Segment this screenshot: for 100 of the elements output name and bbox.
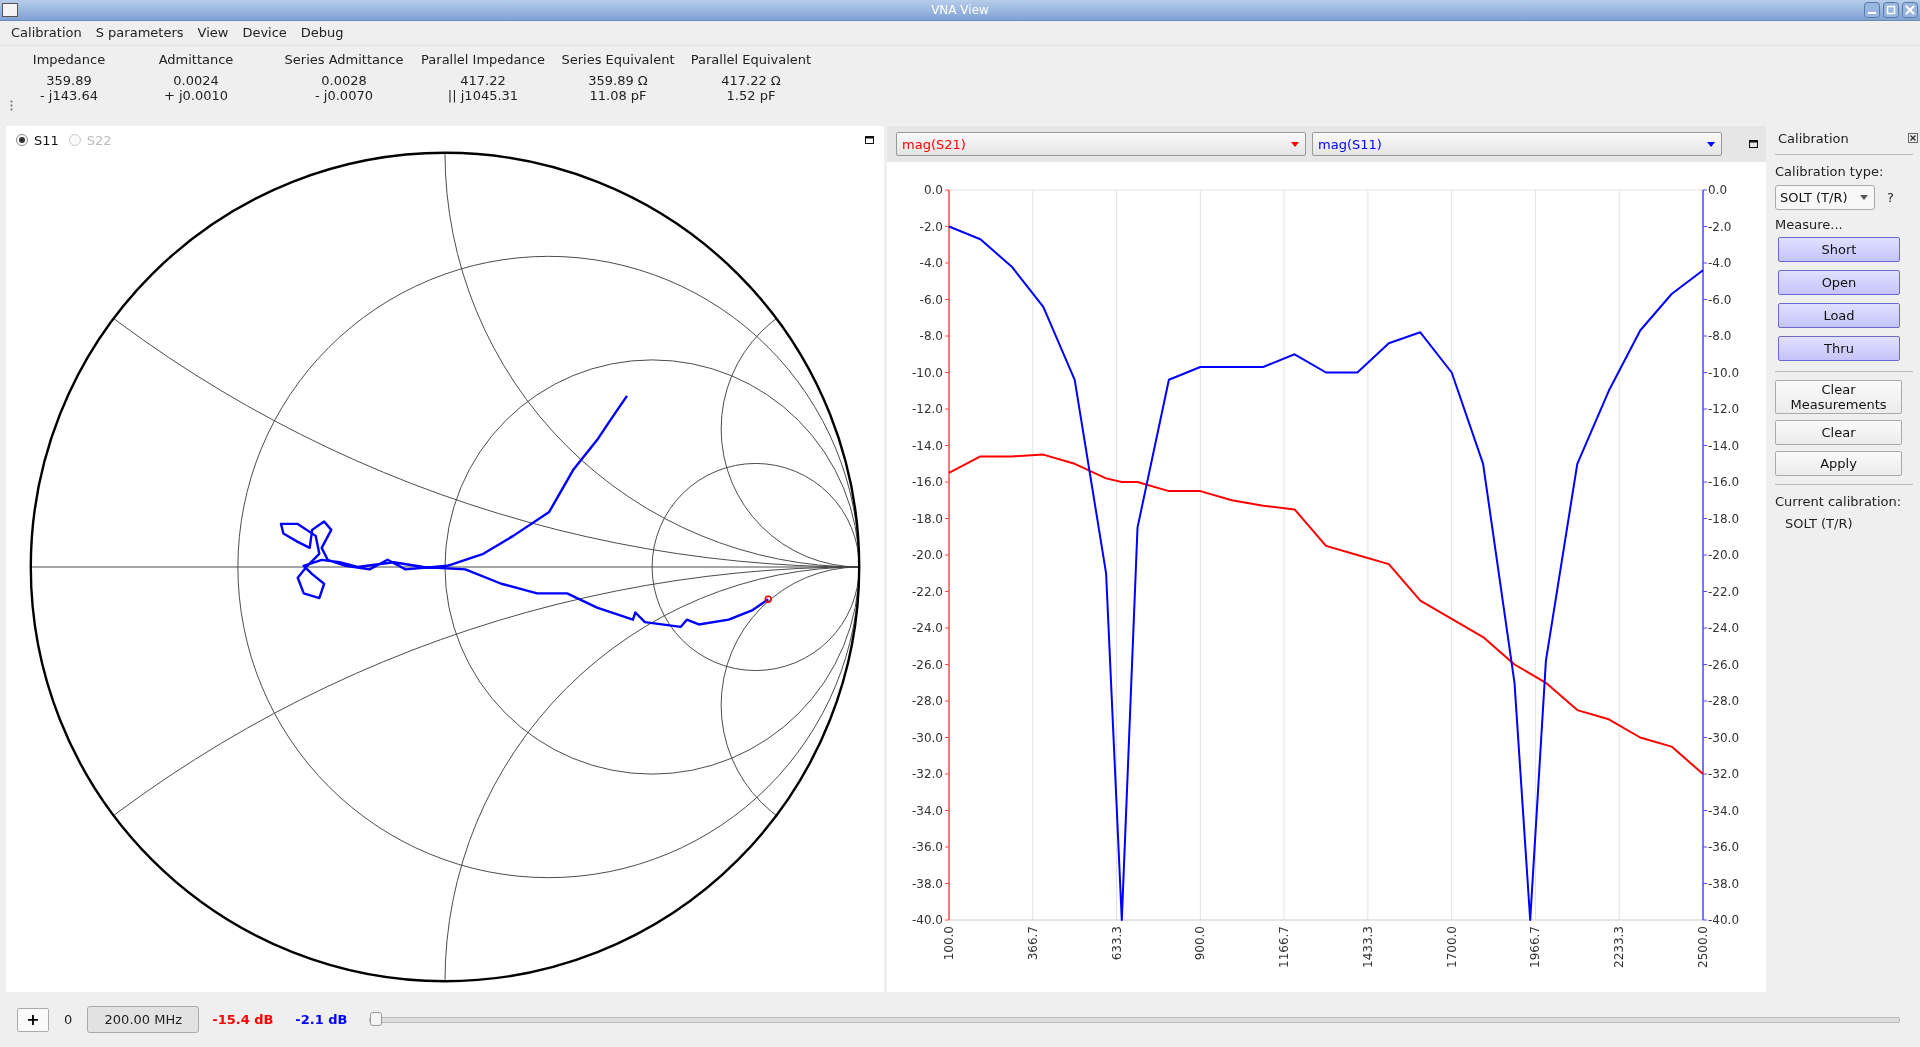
maximize-icon[interactable] — [865, 136, 874, 145]
calibration-button[interactable]: Clear — [1775, 420, 1902, 446]
readout-value: 417.22 Ω — [721, 72, 781, 88]
measure-button[interactable]: Thru — [1778, 336, 1900, 362]
caret-icon — [1707, 141, 1715, 147]
menu-item[interactable]: S parameters — [88, 25, 191, 41]
y-tick-label: -6.0 — [1708, 292, 1732, 307]
y-tick-label: -18.0 — [911, 511, 943, 526]
x-tick-label: 100.0 — [942, 926, 956, 961]
measure-button[interactable]: Load — [1778, 303, 1900, 329]
measure-button[interactable]: Short — [1778, 237, 1900, 263]
field-label: Calibration type: — [1775, 164, 1885, 180]
y-tick-label: -36.0 — [911, 840, 943, 855]
readout-heading: Admittance — [158, 51, 234, 67]
y-tick-label: -30.0 — [1708, 730, 1740, 745]
y-tick-label: -8.0 — [1708, 329, 1732, 344]
y-tick-label: -22.0 — [1708, 584, 1740, 599]
y-tick-label: -8.0 — [919, 329, 943, 344]
y-tick-label: -26.0 — [911, 657, 943, 672]
y-tick-label: -26.0 — [1708, 657, 1740, 672]
y-tick-label: -2.0 — [1708, 219, 1732, 234]
menu-item[interactable]: View — [190, 25, 236, 41]
y-tick-label: -40.0 — [911, 913, 943, 928]
readout-value: 11.08 pF — [589, 87, 647, 103]
y-tick-label: -16.0 — [1708, 475, 1740, 490]
x-tick-label: 2233.3 — [1612, 926, 1627, 969]
maximize-icon[interactable] — [1749, 140, 1758, 149]
menu-item[interactable]: Device — [235, 25, 294, 41]
readout-heading: Impedance — [32, 51, 106, 67]
menu-item[interactable]: Debug — [293, 25, 351, 41]
readout-value: 1.52 pF — [726, 87, 776, 103]
field-label: Current calibration: — [1775, 494, 1903, 510]
readout-value: || j1045.31 — [447, 87, 519, 103]
calibration-type-dropdown[interactable]: SOLT (T/R) — [1775, 185, 1875, 211]
y-tick-label: -4.0 — [1708, 256, 1732, 271]
y-tick-label: -30.0 — [911, 730, 943, 745]
readout-value: - j143.64 — [40, 87, 98, 103]
menu-item[interactable]: Calibration — [4, 25, 89, 41]
y-tick-label: -36.0 — [1708, 840, 1740, 855]
calibration-button[interactable]: Clear Measurements — [1775, 380, 1902, 415]
y-tick-label: -22.0 — [911, 584, 943, 599]
minimize-icon[interactable] — [1864, 1, 1880, 18]
x-tick-label: 900.0 — [1193, 926, 1208, 961]
y-tick-label: -28.0 — [911, 694, 943, 709]
x-tick-label: 1966.7 — [1528, 926, 1543, 969]
radio-button[interactable]: S11 — [16, 132, 59, 148]
trace-dropdown[interactable]: mag(S11) — [1312, 132, 1722, 157]
marker-reading: -15.4 dB — [212, 1012, 275, 1028]
readout-value: 417.22 — [460, 72, 506, 88]
y-tick-label: -38.0 — [1708, 876, 1740, 891]
splitter-handle-icon[interactable] — [10, 99, 13, 111]
help-link[interactable]: ? — [1887, 190, 1894, 206]
y-tick-label: -14.0 — [1708, 438, 1740, 453]
y-tick-label: -24.0 — [911, 621, 943, 636]
readout-value: 359.89 Ω — [588, 72, 648, 88]
current-calibration-value: SOLT (T/R) — [1785, 516, 1854, 532]
measure-button[interactable]: Open — [1778, 270, 1900, 296]
marker-index: 0 — [64, 1012, 73, 1028]
readout-value: 0.0024 — [173, 72, 219, 88]
x-tick-label: 2500.0 — [1696, 926, 1710, 969]
y-tick-label: -10.0 — [911, 365, 943, 380]
readout-heading: Series Admittance — [284, 51, 404, 67]
x-tick-label: 633.3 — [1109, 926, 1124, 961]
y-tick-label: 0.0 — [923, 183, 943, 198]
close-icon[interactable] — [1908, 133, 1918, 144]
calibration-button[interactable]: Apply — [1775, 451, 1902, 477]
y-tick-label: -24.0 — [1708, 621, 1740, 636]
y-tick-label: -12.0 — [1708, 402, 1740, 417]
section-label: Measure... — [1775, 217, 1844, 233]
y-tick-label: -20.0 — [911, 548, 943, 563]
slider-thumb[interactable] — [370, 1011, 383, 1026]
y-tick-label: 0.0 — [1708, 183, 1728, 198]
readout-heading: Parallel Equivalent — [690, 51, 812, 67]
marker-reading: -2.1 dB — [295, 1012, 349, 1028]
window-title: VNA View — [931, 2, 989, 17]
y-tick-label: -12.0 — [911, 402, 943, 417]
y-tick-label: -4.0 — [919, 256, 943, 271]
panel-title: Calibration — [1778, 130, 1849, 146]
frequency-field[interactable]: 200.00 MHz — [87, 1006, 200, 1034]
y-tick-label: -32.0 — [1708, 767, 1740, 782]
app-icon — [2, 2, 18, 17]
add-marker-button[interactable]: + — [17, 1007, 49, 1032]
y-tick-label: -10.0 — [1708, 365, 1740, 380]
y-tick-label: -40.0 — [1708, 913, 1740, 928]
x-tick-label: 1700.0 — [1444, 926, 1459, 969]
y-tick-label: -18.0 — [1708, 511, 1740, 526]
caret-icon — [1860, 195, 1868, 201]
y-tick-label: -16.0 — [911, 475, 943, 490]
readout-value: 0.0028 — [321, 72, 367, 88]
x-tick-label: 1166.7 — [1277, 926, 1292, 969]
x-tick-label: 366.7 — [1025, 926, 1040, 961]
y-tick-label: -28.0 — [1708, 694, 1740, 709]
caret-icon — [1291, 141, 1299, 147]
y-tick-label: -32.0 — [911, 767, 943, 782]
readout-heading: Series Equivalent — [561, 51, 675, 67]
readout-heading: Parallel Impedance — [421, 51, 545, 67]
y-tick-label: -6.0 — [919, 292, 943, 307]
y-tick-label: -2.0 — [919, 219, 943, 234]
x-tick-label: 1433.3 — [1360, 926, 1375, 969]
readout-value: + j0.0010 — [163, 87, 229, 103]
